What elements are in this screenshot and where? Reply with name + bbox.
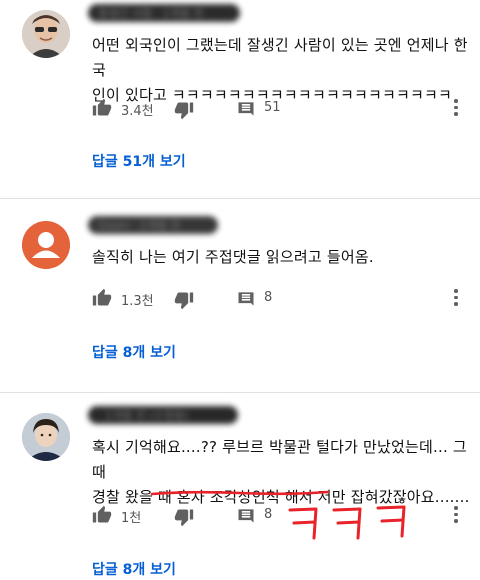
thumbs-down-icon[interactable] — [174, 290, 194, 310]
view-replies-link[interactable]: 답글 8개 보기 — [92, 559, 176, 579]
reply-comment-icon[interactable] — [236, 506, 256, 526]
avatar[interactable] — [22, 10, 70, 58]
replies-count-text: 8개 — [122, 345, 146, 361]
view-replies-link[interactable]: 답글 51개 보기 — [92, 151, 186, 171]
replies-suffix: 보기 — [145, 562, 176, 578]
comment-3: · 1개월 전 (수정됨) 혹시 기억해요....?? 루브르 박물관 털다가 … — [0, 393, 480, 580]
more-options-icon[interactable] — [452, 289, 460, 309]
thumbs-up-icon[interactable] — [92, 288, 112, 308]
comment-text-line: 솔직히 나는 여기 주접댓글 읽으려고 들어옴. — [92, 248, 374, 266]
reply-count: 8 — [264, 290, 273, 305]
replies-prefix: 답글 — [92, 154, 123, 170]
comment-text: 솔직히 나는 여기 주접댓글 읽으려고 들어옴. — [92, 245, 374, 270]
avatar-photo-icon — [22, 413, 70, 461]
comment-text-line: 혹시 기억해요....?? 루브르 박물관 털다가 만났었는데... 그 때 — [92, 438, 467, 481]
replies-suffix: 보기 — [145, 345, 176, 361]
avatar[interactable] — [22, 413, 70, 461]
replies-count-text: 51개 — [122, 154, 156, 170]
replies-suffix: 보기 — [155, 154, 186, 170]
like-count: 1천 — [121, 511, 142, 526]
handwritten-kkk-annotation — [288, 505, 406, 540]
comment-header-text: · 1개월 전 (수정됨) — [98, 409, 189, 422]
more-options-icon[interactable] — [452, 99, 460, 119]
comment-header-redacted: 잘생긴 사람 · 1개월 전 — [88, 4, 240, 22]
thumbs-up-icon[interactable] — [92, 98, 112, 118]
reply-count: 51 — [264, 100, 281, 115]
reply-comment-icon[interactable] — [236, 289, 256, 309]
reply-count: 8 — [264, 507, 273, 522]
comment-2: Dawn · 1개월 전 솔직히 나는 여기 주접댓글 읽으려고 들어옴. 1.… — [0, 199, 480, 392]
comment-text-line: 어떤 외국인이 그랬는데 잘생긴 사람이 있는 곳엔 언제나 한국 — [92, 36, 468, 79]
replies-prefix: 답글 — [92, 345, 123, 361]
reply-comment-icon[interactable] — [236, 99, 256, 119]
avatar[interactable] — [22, 221, 70, 269]
comment-text: 어떤 외국인이 그랬는데 잘생긴 사람이 있는 곳엔 언제나 한국 인이 있다고… — [92, 33, 480, 108]
more-options-icon[interactable] — [452, 506, 460, 526]
thumbs-down-icon[interactable] — [174, 507, 194, 527]
like-count: 3.4천 — [121, 104, 154, 119]
view-replies-link[interactable]: 답글 8개 보기 — [92, 342, 176, 362]
comment-header-text: 잘생긴 사람 · 1개월 전 — [98, 7, 204, 20]
replies-count-text: 8개 — [122, 562, 146, 578]
handwritten-underline-mark — [150, 490, 330, 496]
avatar-photo-icon — [22, 10, 70, 58]
comment-actions: 1.3천 8 — [92, 288, 472, 310]
comment-header-redacted: · 1개월 전 (수정됨) — [88, 406, 238, 424]
comment-header-text: Dawn · 1개월 전 — [98, 219, 181, 232]
like-count: 1.3천 — [121, 294, 154, 309]
thumbs-down-icon[interactable] — [174, 100, 194, 120]
comment-header-redacted: Dawn · 1개월 전 — [88, 216, 218, 234]
replies-prefix: 답글 — [92, 562, 123, 578]
thumbs-up-icon[interactable] — [92, 505, 112, 525]
comment-actions: 3.4천 51 — [92, 98, 472, 120]
comment-1: 잘생긴 사람 · 1개월 전 어떤 외국인이 그랬는데 잘생긴 사람이 있는 곳… — [0, 0, 480, 198]
default-person-icon — [22, 221, 70, 269]
